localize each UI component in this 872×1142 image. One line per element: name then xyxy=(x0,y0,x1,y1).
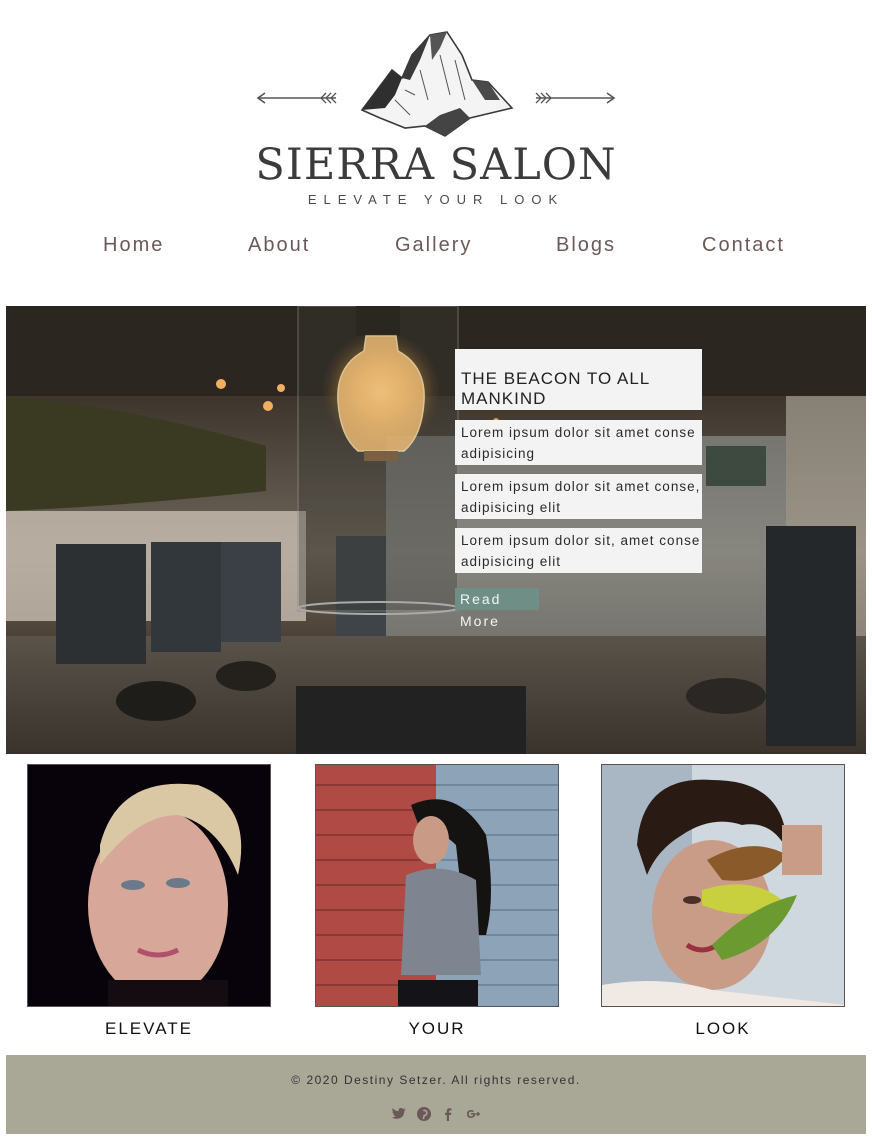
nav-home[interactable]: Home xyxy=(103,234,164,257)
hero-list-item: Lorem ipsum dolor sit amet conse adipisi… xyxy=(455,420,702,465)
site-tagline: ELEVATE YOUR LOOK xyxy=(307,192,565,207)
site-logo: SIERRA SALON ELEVATE YOUR LOOK xyxy=(0,0,872,220)
hero-list-item: Lorem ipsum dolor sit amet conse, adipis… xyxy=(455,474,702,519)
salon-interior-image xyxy=(6,306,866,754)
hero-card-title: THE BEACON TO ALL MANKIND xyxy=(455,349,702,410)
mountain-logo-icon xyxy=(256,31,616,137)
twitter-icon[interactable] xyxy=(391,1106,407,1122)
hero-list-item: Lorem ipsum dolor sit, amet conse adipis… xyxy=(455,528,702,573)
gallery-caption-look: LOOK xyxy=(695,1019,751,1038)
read-more-button[interactable]: Read More xyxy=(455,588,539,629)
nav-contact[interactable]: Contact xyxy=(702,234,785,257)
hero-banner: THE BEACON TO ALL MANKIND Lorem ipsum do… xyxy=(6,306,866,754)
google-plus-icon[interactable] xyxy=(465,1106,481,1122)
nav-about[interactable]: About xyxy=(248,234,310,257)
gallery-photo-leaves xyxy=(601,764,845,1007)
main-nav: Home About Gallery Blogs Contact xyxy=(0,234,872,264)
nav-gallery[interactable]: Gallery xyxy=(395,234,472,257)
nav-blogs[interactable]: Blogs xyxy=(556,234,616,257)
pinterest-icon[interactable] xyxy=(416,1106,432,1122)
social-links xyxy=(6,1105,866,1123)
site-footer: © 2020 Destiny Setzer. All rights reserv… xyxy=(6,1055,866,1134)
site-title: SIERRA SALON xyxy=(255,140,617,190)
copyright-text: © 2020 Destiny Setzer. All rights reserv… xyxy=(291,1073,581,1087)
facebook-icon[interactable] xyxy=(440,1106,456,1122)
gallery-caption-elevate: ELEVATE xyxy=(104,1019,193,1038)
gallery-photo-short-hair xyxy=(27,764,271,1007)
gallery-photo-brick-wall xyxy=(315,764,559,1007)
gallery-caption-your: YOUR xyxy=(408,1019,466,1038)
